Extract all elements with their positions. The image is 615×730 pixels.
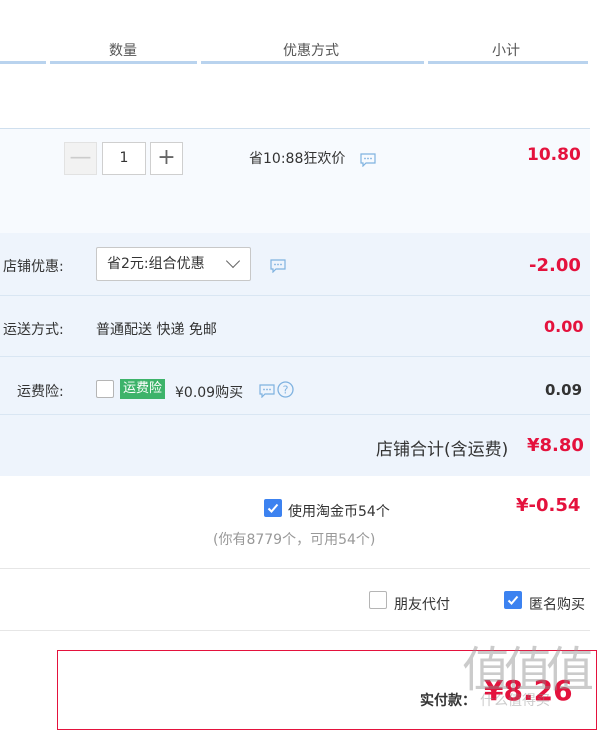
shop-total-label: 店铺合计(含运费) xyxy=(376,440,509,460)
header-underline xyxy=(0,61,46,64)
shop-total-amount: ¥8.80 xyxy=(527,435,584,456)
header-underline xyxy=(50,61,197,64)
shipping-method: 普通配送 快递 免邮 xyxy=(96,322,217,338)
use-coins-label[interactable]: 使用淘金币54个 xyxy=(288,501,390,521)
svg-text:?: ? xyxy=(283,384,289,397)
shipping-amount: 0.00 xyxy=(544,317,584,336)
chat-icon[interactable] xyxy=(270,258,286,274)
insurance-label: 运费险: xyxy=(17,384,64,400)
item-subtotal: 10.80 xyxy=(527,145,581,165)
quantity-input[interactable]: 1 xyxy=(102,142,146,175)
column-header-subtotal: 小计 xyxy=(492,43,520,59)
insurance-help[interactable]: ? xyxy=(259,381,299,399)
friend-pay-checkbox[interactable] xyxy=(369,591,387,609)
insurance-tag: 运费险 xyxy=(120,379,166,399)
header-underline xyxy=(428,61,588,64)
chat-icon[interactable] xyxy=(259,383,275,402)
chat-icon[interactable] xyxy=(360,152,376,168)
header-underline xyxy=(201,61,424,64)
divider xyxy=(0,568,590,569)
friend-pay-label[interactable]: 朋友代付 xyxy=(394,594,450,614)
divider xyxy=(0,295,590,296)
use-coins-checkbox[interactable] xyxy=(264,499,282,517)
quantity-increase-button[interactable]: + xyxy=(150,142,183,175)
shipping-label: 运送方式: xyxy=(3,322,64,338)
coins-discount-amount: ¥-0.54 xyxy=(516,495,581,516)
shop-discount-label: 店铺优惠: xyxy=(3,259,64,275)
anonymous-purchase-label[interactable]: 匿名购买 xyxy=(529,594,585,614)
insurance-checkbox[interactable] xyxy=(96,380,114,398)
shop-discount-selected: 省2元:组合优惠 xyxy=(107,256,205,272)
insurance-price: ¥0.09购买 xyxy=(175,385,244,401)
insurance-amount: 0.09 xyxy=(545,381,583,399)
help-question-icon[interactable]: ? xyxy=(277,381,294,402)
shop-discount-select[interactable]: 省2元:组合优惠 xyxy=(96,247,251,281)
column-header-discount: 优惠方式 xyxy=(283,43,339,59)
item-promo-text: 省10:88狂欢价 xyxy=(249,151,346,167)
quantity-decrease-button[interactable]: — xyxy=(64,142,97,175)
chevron-down-icon xyxy=(225,253,241,269)
column-header-quantity: 数量 xyxy=(109,43,137,59)
anonymous-purchase-checkbox[interactable] xyxy=(504,591,522,609)
divider xyxy=(0,356,590,357)
coins-balance-note: (你有8779个，可用54个) xyxy=(213,532,376,548)
divider xyxy=(0,414,590,415)
watermark-text: 什么值得买 xyxy=(480,693,550,709)
shop-discount-amount: -2.00 xyxy=(529,255,581,276)
